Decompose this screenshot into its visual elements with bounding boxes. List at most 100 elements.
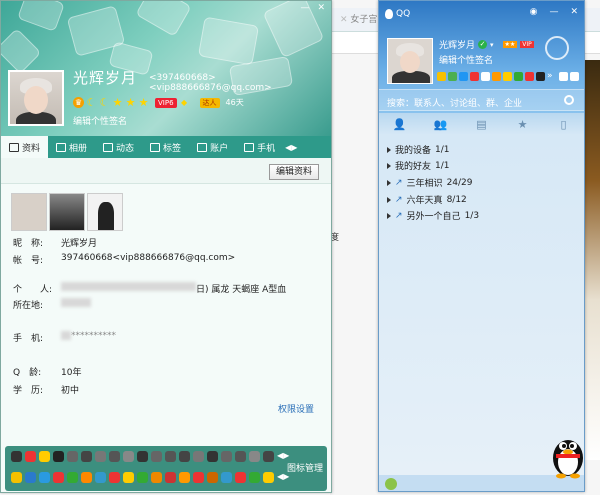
tab-messages[interactable]: ▤ [461, 113, 502, 135]
close-icon[interactable]: ✕ [317, 3, 325, 13]
more-icon[interactable]: » [547, 71, 553, 81]
app-icon[interactable] [525, 71, 534, 81]
tab-favorites[interactable]: ★ [502, 113, 543, 135]
crown-icon: ♛ [73, 97, 84, 108]
minimize-icon[interactable]: — [300, 3, 309, 13]
photo-thumbnail[interactable] [11, 193, 47, 231]
qq-penguin-mascot-icon[interactable] [548, 430, 588, 480]
service-icon[interactable] [11, 472, 22, 483]
service-icon[interactable] [263, 472, 274, 483]
app-icon[interactable] [437, 71, 446, 81]
tab-account[interactable]: 账户 [189, 136, 236, 158]
service-icon[interactable] [249, 472, 260, 483]
talent-badge[interactable]: 达人 [199, 97, 220, 108]
minimize-icon[interactable]: — [549, 7, 558, 17]
app-icon[interactable] [481, 71, 490, 81]
service-icon[interactable] [207, 451, 218, 462]
close-icon[interactable]: ✕ [570, 7, 578, 17]
tab-phone[interactable]: ▯ [543, 113, 584, 135]
service-icon[interactable] [151, 472, 162, 483]
qq-avatar[interactable] [387, 38, 433, 84]
service-icon[interactable] [137, 472, 148, 483]
browser-tab[interactable]: ✕ 女子宫 [340, 12, 377, 25]
service-icon[interactable] [67, 451, 78, 462]
app-icon[interactable] [492, 71, 501, 81]
search-icon[interactable] [564, 95, 574, 105]
service-icon[interactable] [109, 472, 120, 483]
service-icon[interactable] [165, 472, 176, 483]
shirt-icon[interactable] [558, 71, 568, 81]
service-icon[interactable] [123, 451, 134, 462]
service-icon[interactable] [179, 472, 190, 483]
tab-tags[interactable]: 标签 [142, 136, 189, 158]
online-status-icon[interactable]: ✓ [478, 40, 488, 49]
tab-groups[interactable]: 👥 [420, 113, 461, 135]
permission-settings-link[interactable]: 权限设置 [278, 402, 314, 415]
tab-scroll-arrows[interactable]: ◀▶ [285, 143, 297, 152]
group-three-years[interactable]: ↗ 三年相识 24/29 [387, 176, 473, 189]
service-icon[interactable] [11, 451, 22, 462]
weather-icon[interactable] [545, 36, 569, 60]
service-icon[interactable] [235, 472, 246, 483]
service-icon[interactable] [81, 451, 92, 462]
level-badge[interactable]: ★★ [502, 41, 518, 48]
app-icon[interactable] [536, 71, 545, 81]
service-icon[interactable] [137, 451, 148, 462]
service-icon[interactable] [67, 472, 78, 483]
edit-profile-button[interactable]: 编辑资料 [268, 164, 319, 180]
app-icon[interactable] [503, 71, 512, 81]
service-icon[interactable] [235, 451, 246, 462]
group-six-years[interactable]: ↗ 六年天真 8/12 [387, 193, 467, 206]
profile-avatar[interactable] [8, 70, 64, 126]
profile-signature[interactable]: 编辑个性签名 [73, 114, 127, 127]
service-icon[interactable] [207, 472, 218, 483]
mail-icon[interactable] [569, 71, 579, 81]
photo-thumbnail[interactable] [49, 193, 85, 231]
app-icon[interactable] [470, 71, 479, 81]
qage-value: 10年 [61, 368, 82, 378]
service-icon[interactable] [165, 451, 176, 462]
skin-icon[interactable]: ◉ [530, 7, 538, 17]
service-icon[interactable] [193, 472, 204, 483]
app-icon[interactable] [459, 71, 468, 81]
service-icon[interactable] [39, 472, 50, 483]
icon-manage-button[interactable]: 图标管理 [287, 461, 323, 474]
tab-contacts[interactable]: 👤 [379, 113, 420, 135]
service-icon[interactable] [53, 451, 64, 462]
service-icon[interactable] [109, 451, 120, 462]
service-icon[interactable] [81, 472, 92, 483]
tab-profile[interactable]: 资料 [1, 136, 49, 158]
service-icon[interactable] [95, 472, 106, 483]
service-icon[interactable] [221, 451, 232, 462]
photo-thumbnail[interactable] [87, 193, 123, 231]
service-icon[interactable] [221, 472, 232, 483]
vip-badge[interactable]: VIP [520, 41, 534, 48]
browser-tab-label: 女子宫 [350, 15, 378, 25]
search-input[interactable]: 搜索：联系人、讨论组、群、企业 [387, 96, 522, 109]
tab-phone[interactable]: 手机 [236, 136, 283, 158]
app-icon[interactable] [514, 71, 523, 81]
chevron-down-icon[interactable]: ▾ [490, 41, 494, 49]
service-icon[interactable] [249, 451, 260, 462]
service-icon[interactable] [95, 451, 106, 462]
vip-badge[interactable]: VIP6 [155, 97, 177, 108]
group-another-self[interactable]: ↗ 另外一个自己 1/3 [387, 209, 479, 222]
service-icon[interactable] [193, 451, 204, 462]
star-icon: ★ [517, 117, 528, 131]
tab-album[interactable]: 相册 [48, 136, 95, 158]
group-my-friends[interactable]: 我的好友 1/1 [387, 159, 450, 172]
service-icon[interactable] [39, 451, 50, 462]
service-icon[interactable] [263, 451, 274, 462]
main-menu-icon[interactable] [385, 478, 397, 490]
service-icon[interactable] [25, 472, 36, 483]
app-icon[interactable] [448, 71, 457, 81]
service-icon[interactable] [53, 472, 64, 483]
service-icon[interactable] [179, 451, 190, 462]
group-my-devices[interactable]: 我的设备 1/1 [387, 143, 450, 156]
service-icon[interactable] [25, 451, 36, 462]
qq-signature[interactable]: 编辑个性签名 [439, 53, 493, 66]
service-icon[interactable] [151, 451, 162, 462]
service-icon[interactable] [123, 472, 134, 483]
tab-feed[interactable]: 动态 [95, 136, 142, 158]
qq-search-bar[interactable]: 搜索：联系人、讨论组、群、企业 [379, 89, 584, 111]
